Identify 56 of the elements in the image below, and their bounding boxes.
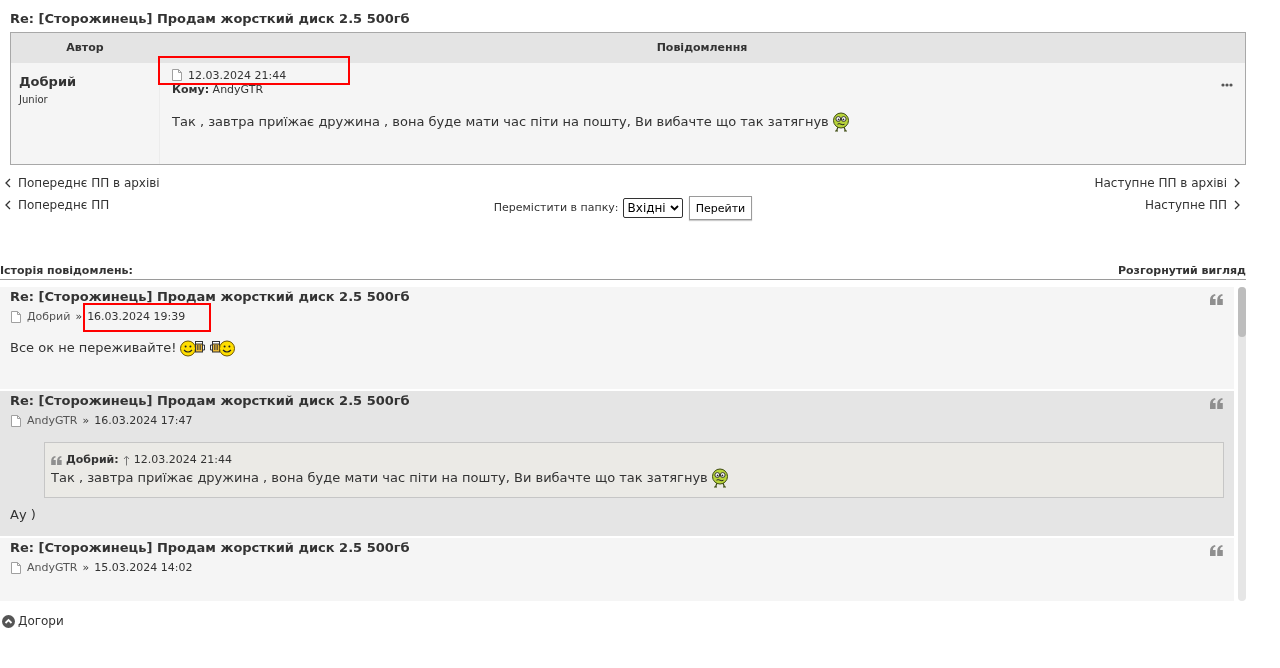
next-archive-link[interactable]: Наступне ПП в архіві xyxy=(1094,175,1240,191)
author-link[interactable]: Добрий xyxy=(27,310,71,324)
chevron-right-icon xyxy=(1234,200,1240,210)
meta-separator: » xyxy=(82,561,90,575)
post-date: 12.03.2024 21:44 xyxy=(188,69,287,83)
expanded-view-link[interactable]: Розгорнутий вигляд xyxy=(1118,264,1246,278)
post-date: 15.03.2024 14:02 xyxy=(94,561,193,575)
quote-date: 12.03.2024 21:44 xyxy=(133,452,232,468)
nervous-smiley-icon xyxy=(831,112,850,132)
next-link[interactable]: Наступне ПП xyxy=(1145,197,1240,213)
recipient-line: Кому: AndyGTR xyxy=(172,83,265,97)
folder-select[interactable]: Вхідні xyxy=(622,198,683,218)
more-icon[interactable] xyxy=(1221,83,1233,87)
author-rank: Junior xyxy=(19,93,48,106)
quote-author: Добрий: xyxy=(66,452,119,468)
document-icon[interactable] xyxy=(11,415,21,427)
column-header: Повідомлення xyxy=(656,41,748,55)
quote-icon[interactable] xyxy=(1210,294,1223,305)
chevron-down-icon xyxy=(669,205,679,211)
previous-archive-link[interactable]: Попереднє ПП в архіві xyxy=(5,175,160,191)
author-link[interactable]: Добрий xyxy=(19,74,77,90)
document-icon[interactable] xyxy=(172,69,182,81)
entry-title: Re: [Сторожинець] Продам жорсткий диск 2.5 500гб xyxy=(10,393,410,409)
mug-smiley-icon xyxy=(208,339,235,357)
up-arrow-icon[interactable] xyxy=(122,454,130,466)
chevron-right-icon xyxy=(1234,178,1240,188)
post-date: 16.03.2024 17:47 xyxy=(94,414,193,428)
topic-title: Re: [Сторожинець] Продам жорсткий диск 2.5 500гб xyxy=(10,12,410,26)
document-icon[interactable] xyxy=(11,311,21,323)
author-link[interactable]: AndyGTR xyxy=(27,414,78,428)
column-header: Автор xyxy=(66,41,104,55)
post-date: 16.03.2024 19:39 xyxy=(87,310,186,324)
quote-icon[interactable] xyxy=(1210,545,1223,556)
entry-title: Re: [Сторожинець] Продам жорсткий диск 2.5 500гб xyxy=(10,540,410,556)
message-text: Все ок не переживайте! xyxy=(10,339,177,357)
message-text: Так , завтра приїжає дружина , вона буде мати час піти на пошту, Ви вибачте що так затягнув xyxy=(172,113,829,131)
chevron-left-icon xyxy=(5,200,11,210)
previous-link[interactable]: Попереднє ПП xyxy=(5,197,110,213)
go-button[interactable]: Перейти xyxy=(688,196,753,220)
entry-title: Re: [Сторожинець] Продам жорсткий диск 2.5 500гб xyxy=(10,289,410,305)
smiley-mug-icon xyxy=(179,339,206,357)
history-title: Історія повідомлень: xyxy=(0,264,133,278)
message-text: Ау ) xyxy=(10,506,36,524)
quote-icon[interactable] xyxy=(1210,398,1223,409)
nervous-smiley-icon xyxy=(710,468,729,488)
document-icon[interactable] xyxy=(11,562,21,574)
meta-separator: » xyxy=(82,414,90,428)
chevron-left-icon xyxy=(5,178,11,188)
move-label: Перемістити в папку: xyxy=(493,201,619,215)
scrollbar-thumb[interactable] xyxy=(1238,287,1246,337)
back-to-top-link[interactable]: Догори xyxy=(0,613,64,629)
meta-separator: » xyxy=(75,310,83,324)
quote-text: Так , завтра приїжає дружина , вона буде мати час піти на пошту, Ви вибачте що так затягнув xyxy=(51,469,708,487)
scrollbar[interactable] xyxy=(1238,287,1246,601)
quote-icon xyxy=(51,455,62,465)
author-link[interactable]: AndyGTR xyxy=(27,561,78,575)
